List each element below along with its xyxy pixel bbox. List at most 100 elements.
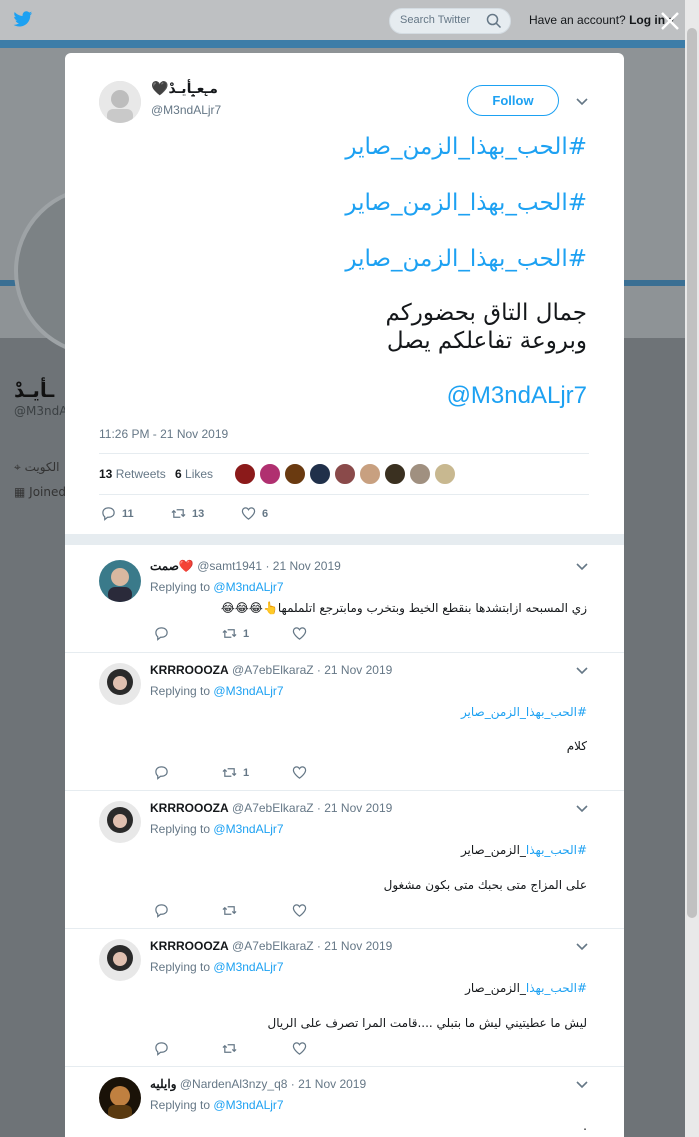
retweet-button[interactable]: 1 <box>222 626 249 644</box>
liker-avatar[interactable] <box>309 463 331 485</box>
retweet-count: 1 <box>243 766 250 779</box>
reply-avatar[interactable] <box>99 939 141 981</box>
like-button[interactable] <box>292 903 307 921</box>
heart-icon <box>241 507 256 520</box>
reply-author-handle[interactable]: @samt1941 <box>197 559 262 573</box>
reply-author-handle[interactable]: @A7ebElkaraZ <box>232 801 314 815</box>
liker-avatar[interactable] <box>284 463 306 485</box>
reply-item[interactable]: KRRROOOZA @A7ebElkaraZ · 21 Nov 2019 Rep… <box>65 652 624 790</box>
scrollbar[interactable] <box>685 0 699 1137</box>
reply-avatar[interactable] <box>99 801 141 843</box>
chevron-down-icon[interactable] <box>576 667 588 675</box>
reply-author-handle[interactable]: @NardenAl3nzy_q8 <box>180 1077 288 1091</box>
reply-button[interactable]: 11 <box>101 506 134 524</box>
reply-hashtag-line: #الحب_بهذا_الزمن_صاير <box>461 843 587 857</box>
reply-text-line: 😂😂😂 <box>220 601 263 615</box>
reply-author-name[interactable]: صمت❤️ <box>150 559 194 573</box>
reply-icon <box>102 507 115 521</box>
scrollbar-thumb[interactable] <box>687 28 697 918</box>
replying-to-link[interactable]: @M3ndALjr7 <box>213 822 283 836</box>
retweet-button[interactable] <box>222 1041 237 1059</box>
reply-date[interactable]: 21 Nov 2019 <box>273 559 341 573</box>
reply-item[interactable]: KRRROOOZA @A7ebElkaraZ · 21 Nov 2019 Rep… <box>65 790 624 928</box>
reply-date[interactable]: 21 Nov 2019 <box>324 663 392 677</box>
reply-button[interactable] <box>154 626 169 644</box>
like-button[interactable] <box>292 626 307 644</box>
liker-avatar[interactable] <box>434 463 456 485</box>
reply-header: وايليه @NardenAl3nzy_q8 · 21 Nov 2019 <box>150 1077 367 1091</box>
reply-date[interactable]: 21 Nov 2019 <box>324 939 392 953</box>
retweets-stat[interactable]: 13 Retweets <box>99 467 166 481</box>
reply-author-name[interactable]: KRRROOOZA <box>150 663 229 677</box>
retweets-label: Retweets <box>115 467 166 481</box>
reply-header: صمت❤️ @samt1941 · 21 Nov 2019 <box>150 559 341 573</box>
liker-avatar[interactable] <box>259 463 281 485</box>
hashtag-link[interactable]: #الحب_بهذا_الزمن_صاير <box>461 705 587 719</box>
reply-avatar[interactable] <box>99 1077 141 1119</box>
twitter-bird-icon[interactable] <box>13 11 33 28</box>
author-handle[interactable]: @M3ndALjr7 <box>151 103 221 117</box>
account-question: Have an account? <box>529 13 626 27</box>
chevron-down-icon[interactable] <box>576 943 588 951</box>
retweet-button[interactable]: 1 <box>222 765 249 783</box>
reply-button[interactable] <box>154 765 169 783</box>
chevron-down-icon[interactable] <box>576 1081 588 1089</box>
author-avatar[interactable] <box>99 81 141 123</box>
reply-avatar[interactable] <box>99 663 141 705</box>
avatar-image <box>99 801 141 843</box>
search-icon[interactable] <box>486 13 502 29</box>
heart-icon <box>292 766 307 779</box>
likes-stat[interactable]: 6 Likes <box>175 467 213 481</box>
reply-date[interactable]: 21 Nov 2019 <box>298 1077 366 1091</box>
reply-avatar[interactable] <box>99 560 141 602</box>
reply-author-name[interactable]: KRRROOOZA <box>150 801 229 815</box>
like-button[interactable] <box>292 765 307 783</box>
reply-date[interactable]: 21 Nov 2019 <box>324 801 392 815</box>
search-box[interactable]: Search Twitter <box>389 8 511 34</box>
chevron-down-icon[interactable] <box>576 98 588 106</box>
avatar-image <box>99 1077 141 1119</box>
profile-joined: ▦ Joined <box>14 485 66 499</box>
reply-author-name[interactable]: وايليه <box>150 1077 177 1091</box>
chevron-down-icon[interactable] <box>576 563 588 571</box>
like-button[interactable] <box>292 1041 307 1059</box>
reply-item[interactable]: KRRROOOZA @A7ebElkaraZ · 21 Nov 2019 Rep… <box>65 928 624 1066</box>
liker-avatar[interactable] <box>359 463 381 485</box>
tweet-timestamp[interactable]: 11:26 PM - 21 Nov 2019 <box>99 427 228 441</box>
liker-avatar[interactable] <box>334 463 356 485</box>
hashtag-link[interactable]: #الحب_بهذا_الزمن_صاير <box>107 243 587 299</box>
reply-author-handle[interactable]: @A7ebElkaraZ <box>232 663 314 677</box>
close-button[interactable] <box>657 8 683 34</box>
mention-link[interactable]: @M3ndALjr7 <box>107 382 587 410</box>
reply-item[interactable]: صمت❤️ @samt1941 · 21 Nov 2019 Replying t… <box>65 544 624 652</box>
replying-to-link[interactable]: @M3ndALjr7 <box>213 1098 283 1112</box>
hashtag-link[interactable]: #الحب_بهذا_الزمن_صاير <box>107 131 587 187</box>
author-name[interactable]: 🖤ﻣ̨ـﻌ̝ـأيـدْ <box>151 81 218 97</box>
like-count: 6 <box>262 507 269 520</box>
hashtag-link[interactable]: #الحب_بهذا <box>526 981 587 995</box>
reply-author-name[interactable]: KRRROOOZA <box>150 939 229 953</box>
reply-item[interactable]: وايليه @NardenAl3nzy_q8 · 21 Nov 2019 Re… <box>65 1066 624 1137</box>
liker-avatar[interactable] <box>384 463 406 485</box>
replying-to: Replying to @M3ndALjr7 <box>150 684 284 698</box>
follow-button[interactable]: Follow <box>467 85 559 116</box>
close-icon[interactable] <box>657 8 683 34</box>
reply-author-handle[interactable]: @A7ebElkaraZ <box>232 939 314 953</box>
retweet-button[interactable]: 13 <box>171 506 204 524</box>
chevron-down-icon[interactable] <box>576 805 588 813</box>
replying-to-link[interactable]: @M3ndALjr7 <box>213 684 283 698</box>
liker-avatar[interactable] <box>234 463 256 485</box>
replying-to-link[interactable]: @M3ndALjr7 <box>213 580 283 594</box>
retweet-button[interactable] <box>222 903 237 921</box>
like-button[interactable]: 6 <box>241 506 268 524</box>
replying-to-link[interactable]: @M3ndALjr7 <box>213 960 283 974</box>
reply-button[interactable] <box>154 1041 169 1059</box>
reply-button[interactable] <box>154 903 169 921</box>
heart-icon <box>292 904 307 917</box>
hashtag-link[interactable]: #الحب_بهذا_الزمن_صاير <box>107 187 587 243</box>
hashtag-link[interactable]: #الحب_بهذا <box>526 843 587 857</box>
tweet-stats: 13 Retweets 6 Likes <box>99 453 589 495</box>
liker-avatar[interactable] <box>409 463 431 485</box>
account-prompt: Have an account? Log in ▾ <box>529 13 674 27</box>
retweet-icon <box>222 906 237 915</box>
